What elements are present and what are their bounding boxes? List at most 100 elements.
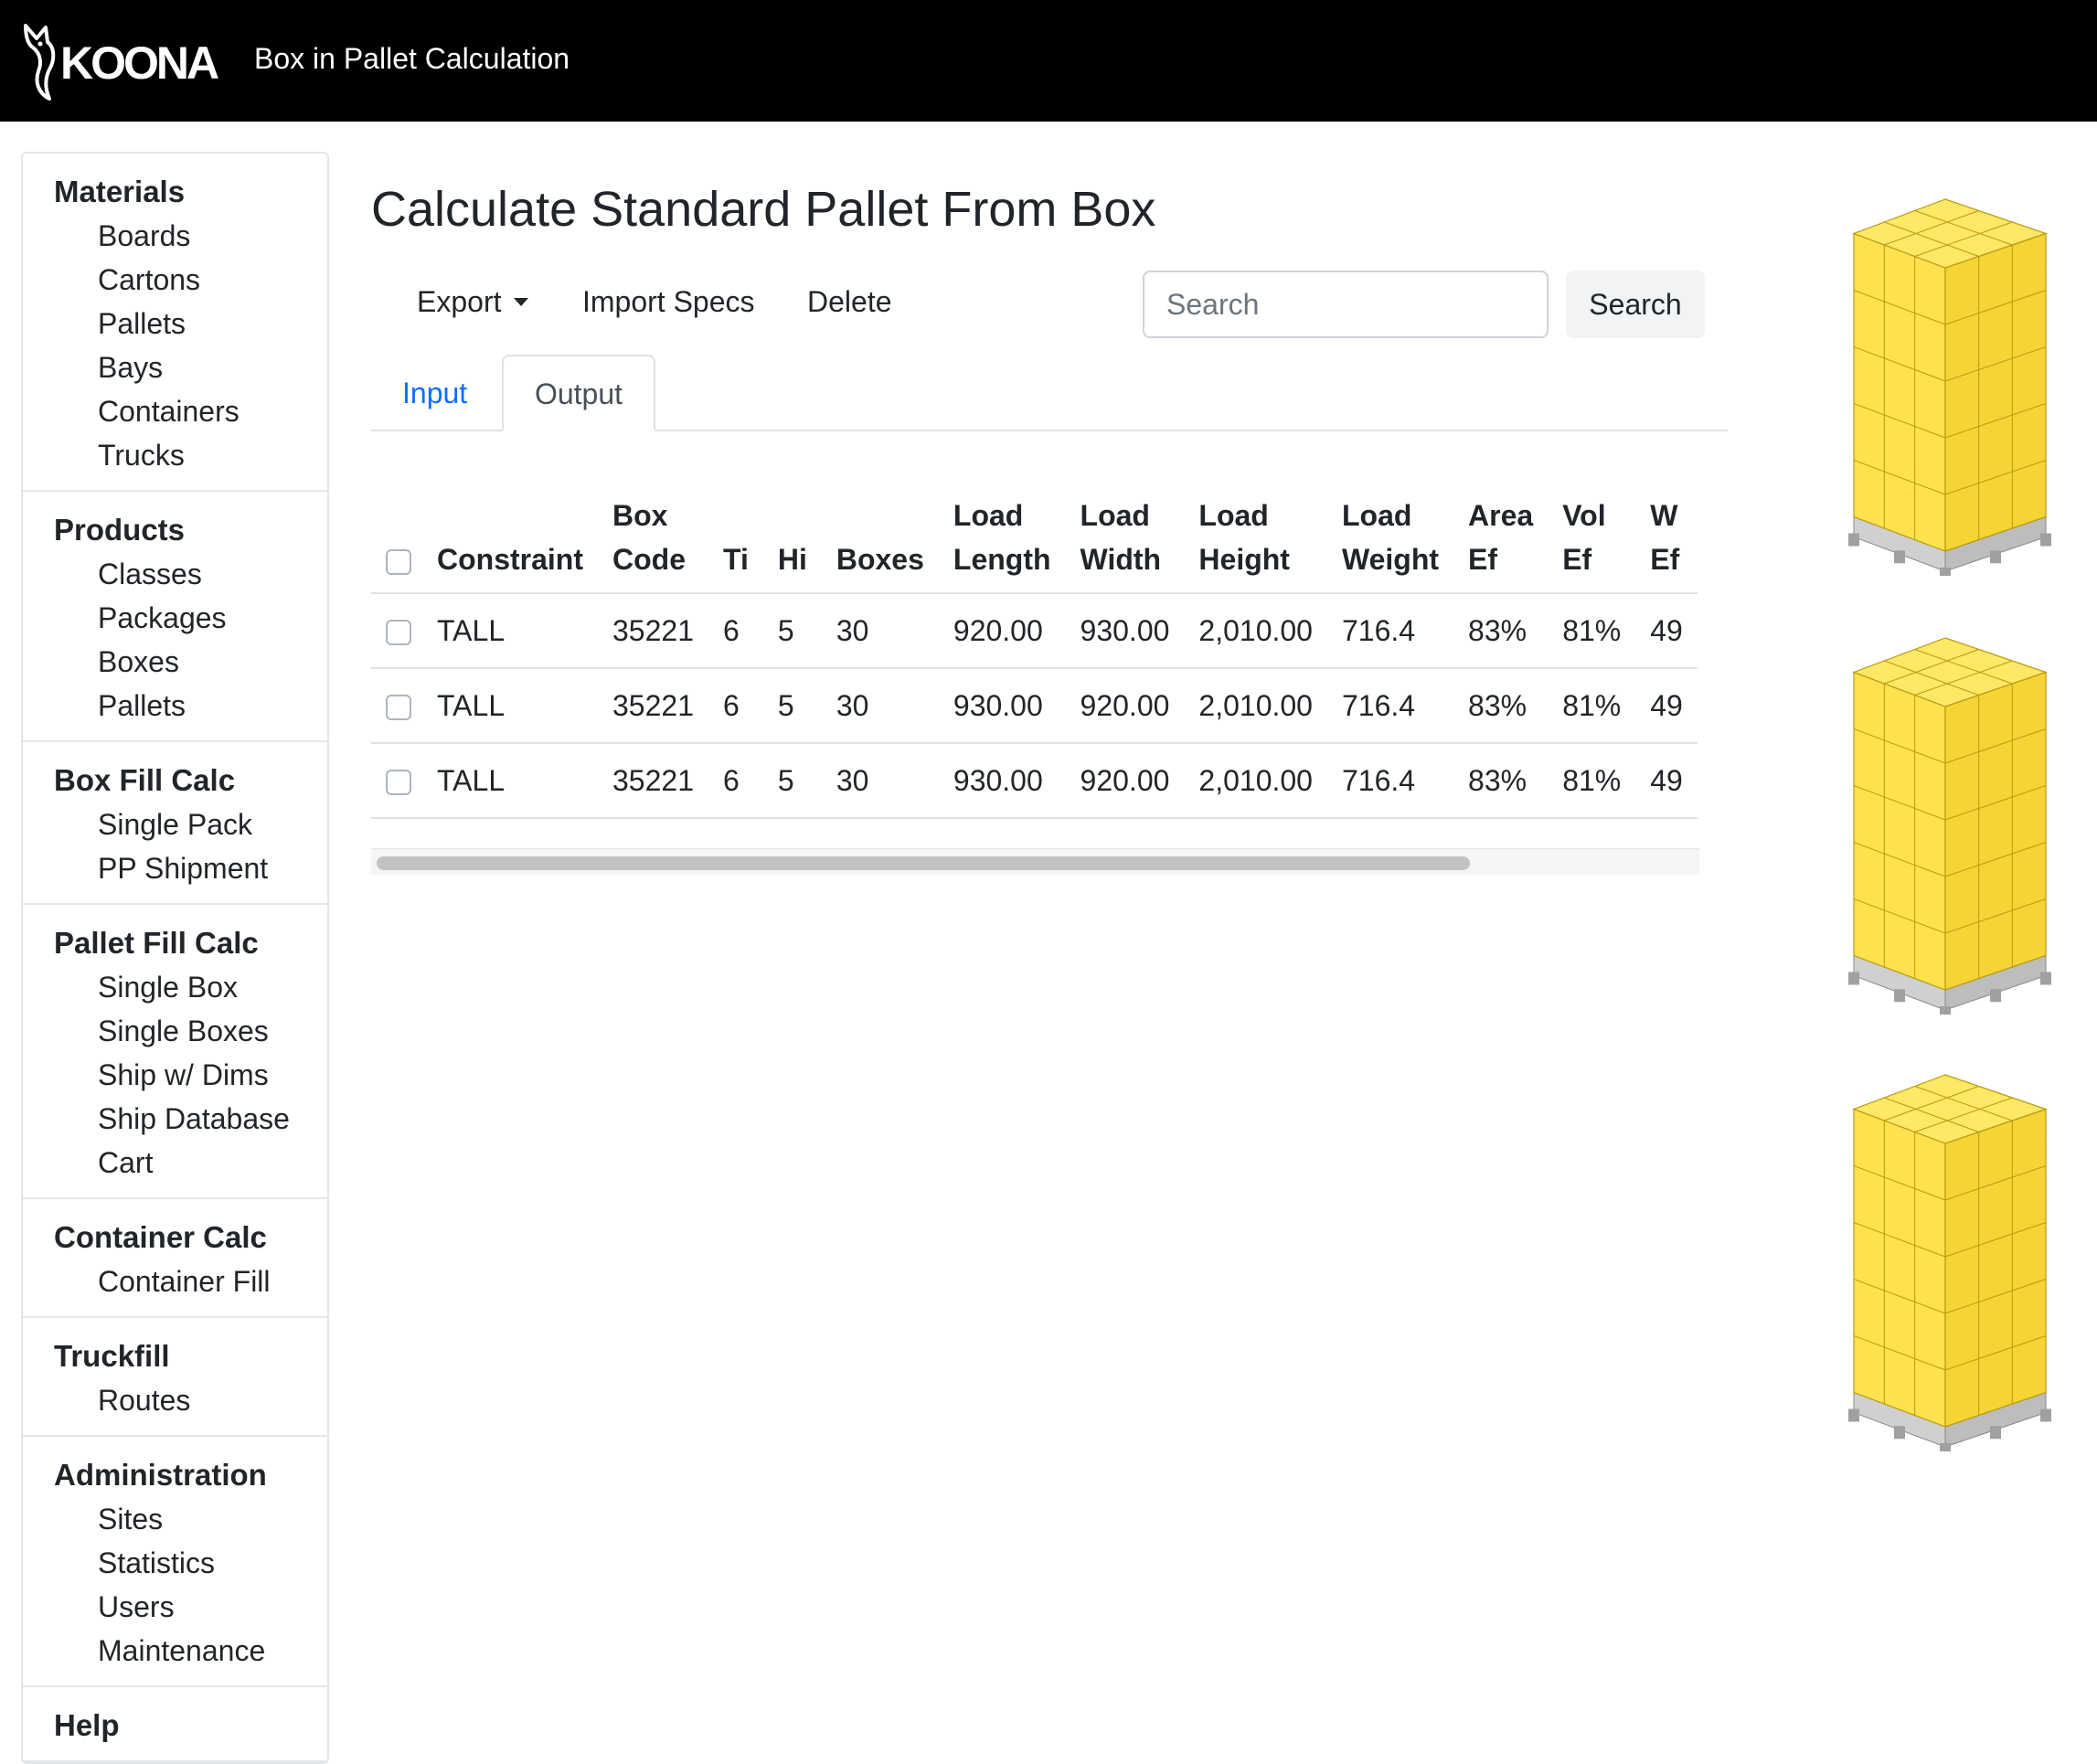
scrollbar-thumb[interactable]: [377, 856, 1471, 870]
column-header-line: Area: [1468, 499, 1534, 532]
sidebar-section-title: Administration: [54, 1458, 267, 1492]
row-checkbox[interactable]: [386, 620, 411, 646]
row-checkbox[interactable]: [386, 695, 411, 721]
column-header[interactable]: Ti: [708, 484, 763, 593]
column-header[interactable]: W Ef: [1635, 484, 1698, 593]
sidebar-item-containers[interactable]: Containers: [54, 389, 327, 433]
sidebar-item-pallets[interactable]: Pallets: [54, 684, 327, 728]
sidebar-item-bays[interactable]: Bays: [54, 345, 327, 389]
table-cell: 930.00: [1065, 592, 1185, 668]
search-button[interactable]: Search: [1566, 271, 1705, 338]
table-cell: 30: [821, 592, 939, 668]
column-header-line: Weight: [1341, 543, 1440, 576]
sidebar-item-users[interactable]: Users: [54, 1585, 327, 1629]
tab-input[interactable]: Input: [402, 377, 467, 410]
sidebar-section-title: Truckfill: [54, 1339, 170, 1373]
column-header-line: Hi: [777, 543, 807, 576]
horizontal-scrollbar[interactable]: [371, 848, 1699, 875]
sidebar-item-packages[interactable]: Packages: [54, 596, 327, 640]
sidebar-item-single-boxes[interactable]: Single Boxes: [54, 1009, 327, 1053]
sidebar-item-cart[interactable]: Cart: [54, 1141, 327, 1185]
import-specs-button[interactable]: Import Specs: [582, 285, 755, 319]
column-header[interactable]: Hi: [763, 484, 822, 593]
column-header-line: Length: [953, 543, 1051, 576]
table-row[interactable]: TALL 35221 6 5 30 930.00 920.00 2,010.00 716.4 83…: [371, 667, 1698, 743]
column-header-line: Ti: [722, 543, 749, 576]
table-cell: 6: [708, 742, 763, 819]
sidebar-item-statistics[interactable]: Statistics: [54, 1541, 327, 1585]
sidebar-section: Help: [23, 1687, 327, 1762]
sidebar-item-boxes[interactable]: Boxes: [54, 640, 327, 684]
sidebar-item-boards[interactable]: Boards: [54, 214, 327, 258]
table-cell: 716.4: [1326, 592, 1454, 668]
column-header[interactable]: Constraint: [422, 484, 598, 593]
sidebar-item-maintenance[interactable]: Maintenance: [54, 1629, 327, 1673]
sidebar-section: Truckfill Routes: [23, 1318, 327, 1437]
logo-text: KOONA: [60, 37, 219, 89]
column-header-line: Code: [612, 543, 686, 576]
sidebar-item-single-box[interactable]: Single Box: [54, 965, 327, 1009]
table-row[interactable]: TALL 35221 6 5 30 920.00 930.00 2,010.00 716.4 83…: [371, 592, 1698, 668]
sidebar-section: Pallet Fill Calc Single Box Single Boxes Sh…: [23, 905, 327, 1199]
pallet-3d-icon: [1848, 198, 2051, 576]
sidebar-item-single-pack[interactable]: Single Pack: [54, 802, 327, 846]
sidebar-item-sites[interactable]: Sites: [54, 1497, 327, 1541]
column-header[interactable]: Box Code: [598, 484, 708, 593]
table-cell: 35221: [598, 667, 708, 743]
export-dropdown[interactable]: Export: [417, 285, 529, 319]
row-checkbox[interactable]: [386, 770, 411, 796]
column-header[interactable]: Boxes: [822, 484, 939, 593]
app-title: Box in Pallet Calculation: [254, 42, 570, 75]
column-header-line: Load: [953, 499, 1024, 532]
koona-logo[interactable]: KOONA: [18, 20, 219, 104]
page-title: Calculate Standard Pallet From Box: [371, 182, 1156, 237]
column-header-line: Vol: [1562, 499, 1606, 532]
sidebar-item-pp-shipment[interactable]: PP Shipment: [54, 846, 327, 890]
table-cell: 5: [762, 742, 822, 819]
table-cell: 81%: [1548, 667, 1636, 743]
delete-button[interactable]: Delete: [807, 285, 892, 319]
table-cell: 920.00: [938, 592, 1066, 668]
table-cell: 83%: [1453, 742, 1549, 819]
select-all-checkbox[interactable]: [386, 548, 411, 575]
results-table: Constraint Box Code Ti Hi Boxes Load Length L…: [371, 484, 1698, 819]
sidebar-item-pallets[interactable]: Pallets: [54, 302, 327, 345]
sidebar-item-classes[interactable]: Classes: [54, 552, 327, 596]
table-row[interactable]: TALL 35221 6 5 30 930.00 920.00 2,010.00 716.4 83…: [371, 742, 1698, 819]
table-cell: 30: [821, 667, 939, 743]
column-header[interactable]: Load Length: [939, 484, 1066, 593]
column-header[interactable]: Vol Ef: [1548, 484, 1635, 593]
column-header-line: Width: [1080, 543, 1162, 576]
tab-output[interactable]: Output: [502, 355, 655, 431]
top-navbar: KOONA Box in Pallet Calculation: [0, 0, 2097, 122]
column-header-line: [723, 494, 749, 537]
sidebar-item-ship-w-dims[interactable]: Ship w/ Dims: [54, 1053, 327, 1097]
sidebar-section: Administration Sites Statistics Users Mainte…: [23, 1437, 327, 1687]
table-cell: TALL: [422, 742, 598, 819]
column-header[interactable]: Area Ef: [1453, 484, 1548, 593]
column-header-line: Boxes: [836, 543, 924, 576]
table-cell: TALL: [422, 667, 598, 743]
column-header-line: Ef: [1650, 543, 1680, 576]
sidebar-item-cartons[interactable]: Cartons: [54, 258, 327, 302]
chevron-down-icon: [514, 298, 529, 306]
sidebar-section-title: Box Fill Calc: [54, 763, 236, 797]
sidebar-item-routes[interactable]: Routes: [54, 1378, 327, 1422]
sidebar-item-container-fill[interactable]: Container Fill: [54, 1259, 327, 1303]
column-header[interactable]: Load Weight: [1327, 484, 1453, 593]
sidebar-item-ship-database[interactable]: Ship Database: [54, 1097, 327, 1141]
column-header-line: [836, 494, 924, 537]
sidebar-item-trucks[interactable]: Trucks: [54, 433, 327, 477]
pallet-3d-icon: [1848, 1074, 2051, 1451]
column-header[interactable]: Load Height: [1184, 484, 1327, 593]
table-header-row: Constraint Box Code Ti Hi Boxes Load Length L…: [371, 484, 1698, 593]
column-header[interactable]: Load Width: [1066, 484, 1185, 593]
column-header-line: [778, 494, 807, 537]
export-label: Export: [417, 285, 502, 318]
table-cell: 83%: [1453, 667, 1549, 743]
table-cell: 2,010.00: [1184, 742, 1327, 819]
table-cell: 83%: [1453, 592, 1549, 668]
search-input[interactable]: [1143, 271, 1549, 338]
column-header-line: Constraint: [437, 543, 583, 576]
sidebar-section-title: Help: [54, 1708, 120, 1742]
